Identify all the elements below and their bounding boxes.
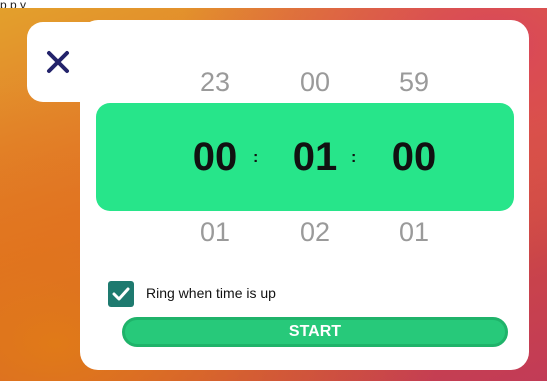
seconds-current[interactable]: 00	[384, 135, 444, 180]
minutes-prev[interactable]: 00	[285, 67, 345, 98]
ring-checkbox[interactable]	[108, 281, 134, 307]
checkmark-icon	[112, 287, 130, 301]
separator-minutes-seconds: :	[351, 149, 357, 166]
start-button[interactable]: START	[122, 317, 508, 347]
hours-prev[interactable]: 23	[185, 67, 245, 98]
minutes-current[interactable]: 01	[285, 135, 345, 180]
minutes-next[interactable]: 02	[285, 217, 345, 248]
ring-label: Ring when time is up	[146, 285, 276, 301]
seconds-prev[interactable]: 59	[384, 67, 444, 98]
hours-next[interactable]: 01	[185, 217, 245, 248]
seconds-next[interactable]: 01	[384, 217, 444, 248]
close-icon	[47, 51, 69, 73]
separator-hours-minutes: :	[253, 149, 259, 166]
hours-current[interactable]: 00	[185, 135, 245, 180]
close-button[interactable]	[40, 44, 76, 80]
